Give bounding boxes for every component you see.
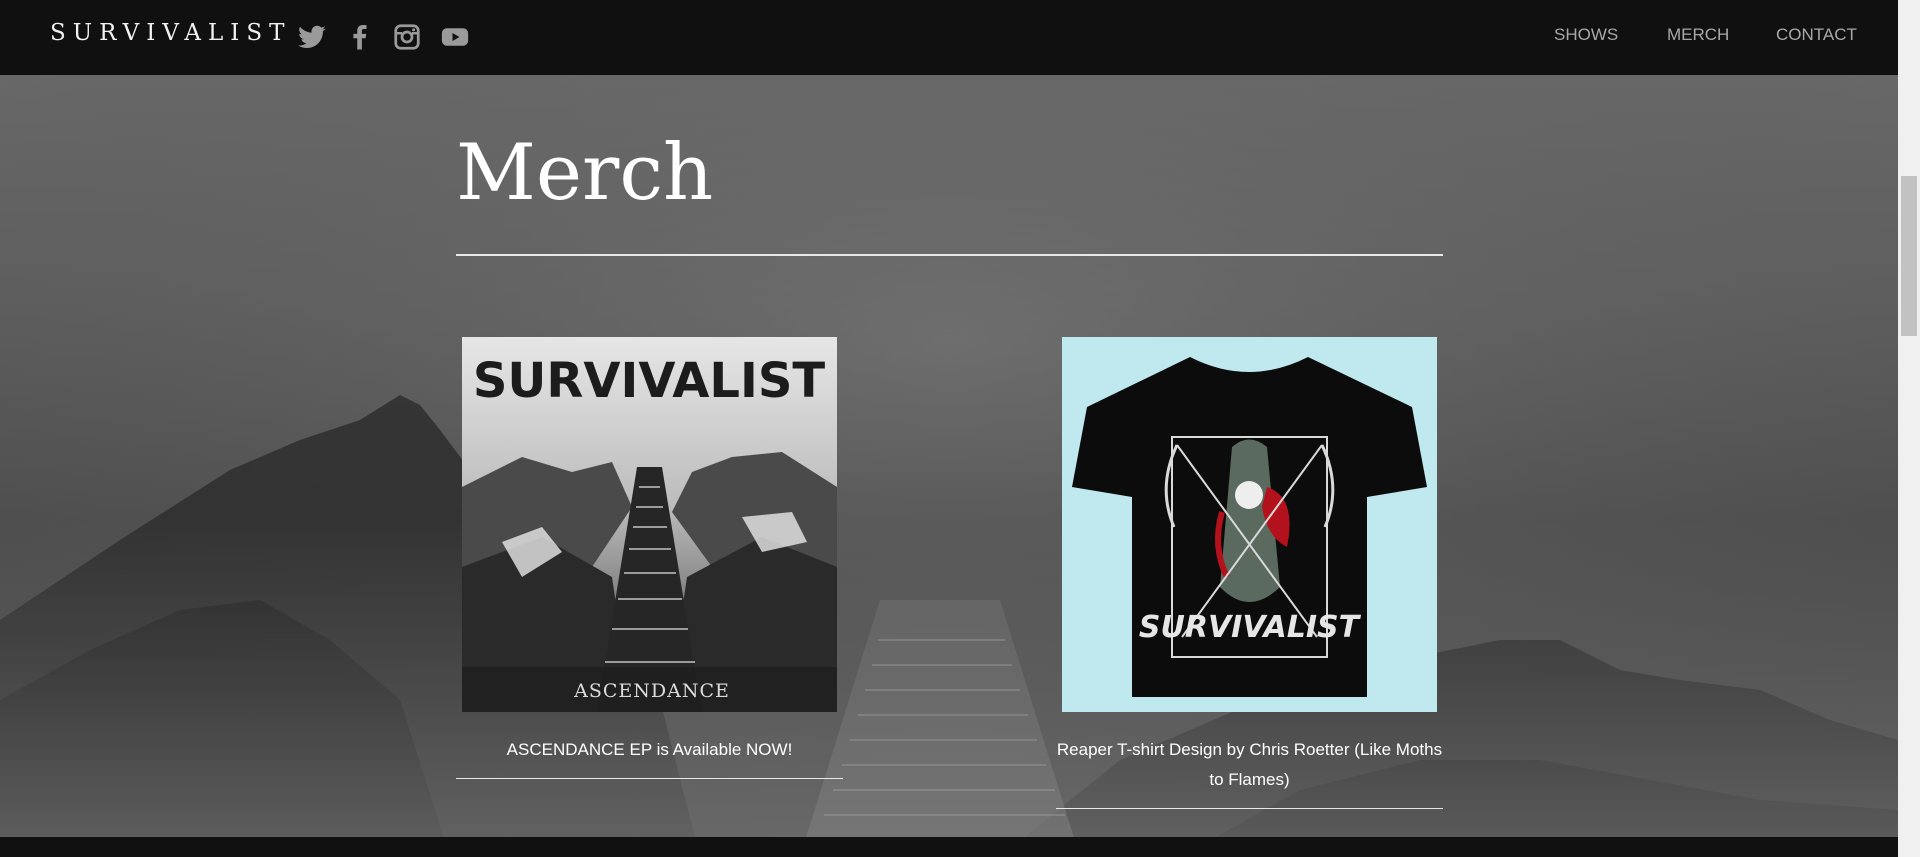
album-band-text: SURVIVALIST [473,353,826,409]
twitter-icon[interactable] [297,22,327,52]
album-caption[interactable]: ASCENDANCE EP is Available NOW! [456,735,843,765]
page-title: Merch [456,128,714,218]
tshirt-band-text: SURVIVALIST [1139,610,1362,645]
ascendance-album-cover[interactable]: SURVIVALIST ASCENDANCE [462,337,837,712]
brand-logo[interactable]: SURVIVALIST [50,20,291,46]
scrollbar-track[interactable] [1898,0,1920,857]
album-title-text: ASCENDANCE [573,680,730,702]
top-navigation-bar: SURVIVALIST SHOWS MERCH CONTACT [0,0,1898,75]
footer-strip [0,837,1898,857]
tshirt-caption[interactable]: Reaper T-shirt Design by Chris Roetter (… [1056,735,1443,795]
tshirt-caption-line1: Reaper T-shirt Design by Chris Roetter (… [1056,740,1443,759]
reaper-tshirt-image[interactable]: SURVIVALIST [1062,337,1437,712]
nav-contact[interactable]: CONTACT [1776,25,1857,45]
nav-shows[interactable]: SHOWS [1554,25,1618,45]
scrollbar-thumb[interactable] [1901,176,1917,336]
tshirt-caption-line2: to Flames) [1209,770,1290,789]
instagram-icon[interactable] [392,22,422,52]
nav-merch[interactable]: MERCH [1667,25,1729,45]
facebook-icon[interactable] [345,22,375,52]
tshirt-divider [1056,808,1443,809]
youtube-icon[interactable] [440,22,470,52]
album-divider [456,778,843,779]
title-divider [456,254,1443,256]
background-landscape [0,0,1898,857]
